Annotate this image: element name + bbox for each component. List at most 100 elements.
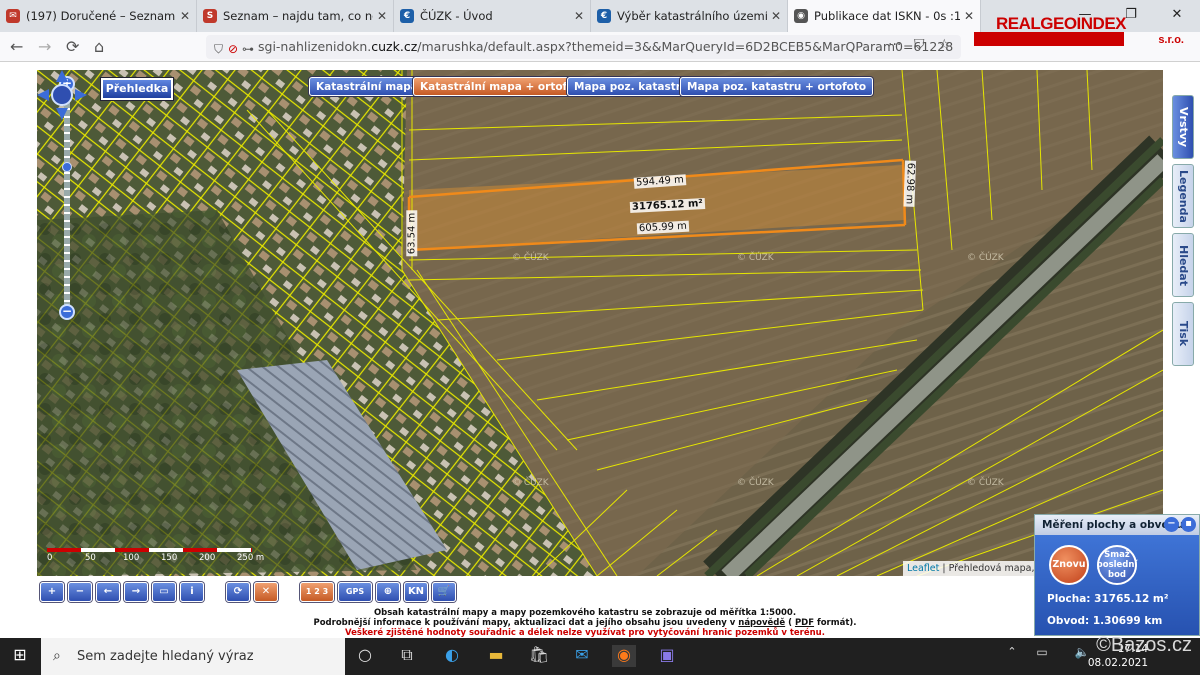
- scale-label: 150: [161, 553, 178, 563]
- insecure-icon: ⊘: [228, 42, 239, 56]
- more-icon[interactable]: ···: [888, 37, 901, 53]
- watermark-1: © ČÚZK: [512, 251, 550, 263]
- gps-button[interactable]: GPS: [338, 582, 372, 602]
- store-icon[interactable]: 🛍: [527, 645, 551, 667]
- tab-favicon-icon: €: [597, 9, 611, 23]
- map-imagery: © ČÚZK © ČÚZK © ČÚZK © ČÚZK © ČÚZK © ČÚZ…: [37, 70, 1163, 576]
- tab-title: Seznam – najdu tam, co neznám: [223, 9, 373, 23]
- task-view-icon[interactable]: ⧉: [395, 645, 419, 667]
- logo-bar: [974, 32, 1124, 46]
- tab-close-icon[interactable]: ✕: [964, 9, 974, 23]
- refresh-button[interactable]: ⟳: [226, 582, 250, 602]
- toolbar-group: ⟳ ✕: [226, 582, 278, 604]
- new-measure-button[interactable]: Znovu: [1049, 545, 1089, 585]
- back-icon[interactable]: ←: [10, 37, 23, 56]
- bazos-watermark: ©Bazos.cz: [1096, 634, 1192, 656]
- windows-start-icon[interactable]: ⊞: [8, 645, 32, 667]
- tab-favicon-icon: ◉: [794, 9, 808, 23]
- logo-sub: s.r.o.: [1158, 34, 1184, 46]
- permissions-icon: ⊶: [242, 42, 254, 56]
- tab-close-icon[interactable]: ✕: [574, 9, 584, 23]
- attribution-text: | Přehledová mapa, Ka: [939, 563, 1050, 574]
- browser-tab[interactable]: ✉ (197) Doručené – Seznam Email ✕: [0, 0, 197, 32]
- side-tab[interactable]: Tisk: [1172, 302, 1194, 366]
- measure-label-right: 62.98 m: [903, 160, 917, 207]
- layer-button[interactable]: Mapa poz. katastru + ortofoto: [680, 77, 874, 96]
- notice-line-2c: formát).: [814, 618, 857, 628]
- tab-favicon-icon: ✉: [6, 9, 20, 23]
- pan-control-icon[interactable]: [37, 70, 87, 120]
- network-icon[interactable]: ▭: [1030, 645, 1054, 667]
- tab-favicon-icon: S: [203, 9, 217, 23]
- taskbar-search-placeholder: Sem zadejte hledaný výraz: [77, 649, 254, 664]
- notice-line-2: Podrobnější informace k používání mapy, …: [300, 618, 870, 628]
- close-panel-icon[interactable]: ▪: [1181, 517, 1196, 532]
- forward-button[interactable]: →: [124, 582, 148, 602]
- tab-close-icon[interactable]: ✕: [180, 9, 190, 23]
- forward-icon[interactable]: →: [38, 37, 51, 56]
- measure-123-button[interactable]: 1 2 3: [300, 582, 334, 602]
- leaflet-link[interactable]: Leaflet: [907, 563, 939, 574]
- tray-chevron-icon[interactable]: ⌃: [1000, 645, 1024, 667]
- tab-title: Publikace dat ISKN - 0s :109ms: [814, 9, 960, 23]
- perimeter-value: Obvod: 1.30699 km: [1047, 615, 1163, 627]
- scale-label: 250 m: [237, 553, 265, 563]
- cancel-button[interactable]: ✕: [254, 582, 278, 602]
- browser-tab[interactable]: S Seznam – najdu tam, co neznám ✕: [197, 0, 394, 32]
- zoom-extent-button[interactable]: ▭: [152, 582, 176, 602]
- url-bar[interactable]: ⛉ ⊘ ⊶ sgi-nahlizenidokn.cuzk.cz/marushka…: [206, 35, 961, 59]
- tab-title: Výběr katastrálního území | Nah: [617, 9, 767, 23]
- cadastral-map[interactable]: © ČÚZK © ČÚZK © ČÚZK © ČÚZK © ČÚZK © ČÚZ…: [37, 70, 1163, 576]
- reload-icon[interactable]: ⟳: [66, 37, 79, 56]
- delete-last-point-button[interactable]: Smaž poslední bod: [1097, 545, 1137, 585]
- scale-label: 100: [123, 553, 140, 563]
- home-icon[interactable]: ⌂: [94, 37, 104, 56]
- overview-button[interactable]: Přehledka: [101, 78, 173, 100]
- file-explorer-icon[interactable]: ▬: [484, 645, 508, 667]
- kn-button[interactable]: KN: [404, 582, 428, 602]
- tab-title: (197) Doručené – Seznam Email: [26, 9, 176, 23]
- mail-icon[interactable]: ✉: [570, 645, 594, 667]
- logo-text: REALGEOINDEX: [996, 14, 1127, 33]
- back-button[interactable]: ←: [96, 582, 120, 602]
- page-content: © ČÚZK © ČÚZK © ČÚZK © ČÚZK © ČÚZK © ČÚZ…: [0, 63, 1200, 638]
- measure-panel-body: Znovu Smaž poslední bod Plocha: 31765.12…: [1035, 535, 1199, 635]
- help-link[interactable]: nápovědě: [738, 618, 785, 628]
- browser-tab[interactable]: € ČÚZK - Úvod ✕: [394, 0, 591, 32]
- side-tab[interactable]: Vrstvy: [1172, 95, 1194, 159]
- save-app-icon[interactable]: ▣: [655, 645, 679, 667]
- zoom-handle[interactable]: [62, 162, 72, 172]
- side-tab[interactable]: Hledat: [1172, 233, 1194, 297]
- area-value: Plocha: 31765.12 m²: [1047, 593, 1169, 605]
- scale-label: 200: [199, 553, 216, 563]
- zoom-out-button[interactable]: −: [68, 582, 92, 602]
- shop-button[interactable]: 🛒: [432, 582, 456, 602]
- notice-line-2b: (: [785, 618, 795, 628]
- minimize-panel-icon[interactable]: −: [1164, 517, 1179, 532]
- tab-close-icon[interactable]: ✕: [377, 9, 387, 23]
- edge-icon[interactable]: ◐: [440, 645, 464, 667]
- cortana-icon[interactable]: ○: [353, 645, 377, 667]
- side-tab[interactable]: Legenda: [1172, 164, 1194, 228]
- scale-label: 50: [85, 553, 96, 563]
- measure-panel-title: Měření plochy a obvodu: [1042, 519, 1184, 531]
- layer-button[interactable]: Katastrální mapa: [309, 77, 425, 96]
- layer-button[interactable]: Mapa poz. katastru: [567, 77, 696, 96]
- firefox-icon[interactable]: ◉: [612, 645, 636, 667]
- info-button[interactable]: i: [180, 582, 204, 602]
- zoom-out-icon[interactable]: −: [59, 304, 75, 320]
- zoom-in-button[interactable]: +: [40, 582, 64, 602]
- tab-title: ČÚZK - Úvod: [420, 9, 493, 23]
- tab-close-icon[interactable]: ✕: [771, 9, 781, 23]
- tab-favicon-icon: €: [400, 9, 414, 23]
- browser-tab[interactable]: ◉ Publikace dat ISKN - 0s :109ms ✕: [788, 0, 981, 32]
- watermark-6: © ČÚZK: [967, 476, 1005, 488]
- pocket-icon[interactable]: ⛉: [914, 37, 925, 53]
- browser-tab[interactable]: € Výběr katastrálního území | Nah ✕: [591, 0, 788, 32]
- pdf-link[interactable]: PDF: [795, 618, 814, 628]
- shield-icon: ⛉: [214, 42, 224, 56]
- locate-button[interactable]: ⊕: [376, 582, 400, 602]
- scale-label: 0: [47, 553, 53, 563]
- taskbar-search[interactable]: ⌕ Sem zadejte hledaný výraz: [41, 638, 345, 675]
- bookmark-star-icon[interactable]: ☆: [938, 37, 951, 53]
